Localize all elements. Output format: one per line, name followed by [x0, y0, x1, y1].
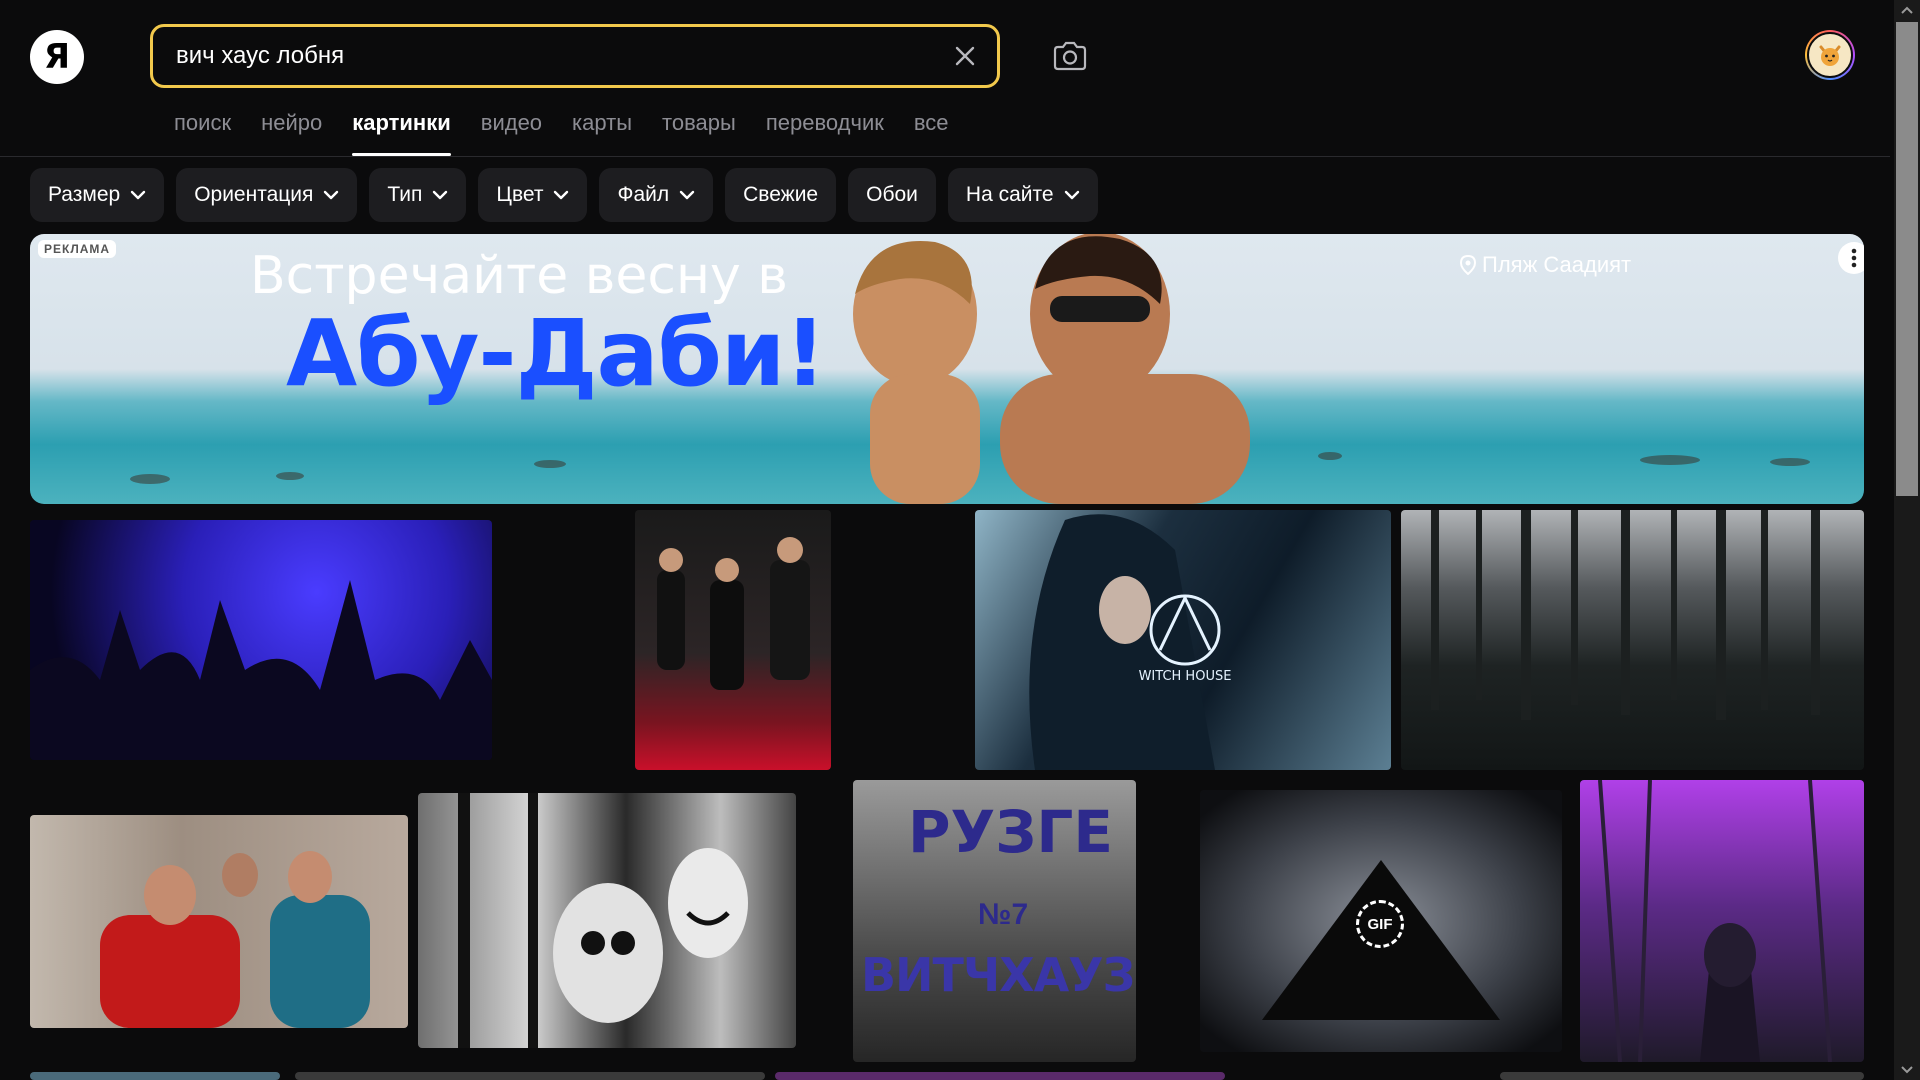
scrollbar-thumb[interactable] [1896, 22, 1918, 496]
location-pin-icon [1460, 255, 1476, 275]
filter-label: Цвет [496, 183, 544, 206]
chevron-down-icon [1064, 190, 1079, 200]
image-result-ruzge-poster[interactable]: РУЗГЕ №7 ВИТЧХАУЗЕ [853, 780, 1136, 1062]
tab-images[interactable]: картинки [352, 108, 451, 156]
filter-on-site[interactable]: На сайте [947, 168, 1098, 222]
filter-label: Обои [866, 183, 918, 206]
people-silhouette [657, 537, 810, 690]
poster-number: №7 [978, 898, 1029, 931]
search-tabs: поиск нейро картинки видео карты товары … [174, 108, 979, 156]
filter-label: Тип [387, 183, 423, 206]
tab-neuro[interactable]: нейро [261, 108, 322, 156]
filter-type[interactable]: Тип [369, 168, 467, 222]
forest-trees [1431, 510, 1820, 720]
tab-video[interactable]: видео [481, 108, 542, 156]
more-options-icon[interactable] [1838, 242, 1864, 274]
filter-fresh[interactable]: Свежие [725, 168, 837, 222]
witch-house-logo: WITCH HOUSE [1029, 514, 1232, 770]
poster-title: РУЗГЕ [908, 798, 1114, 866]
filter-bar: Размер Ориентация Тип Цвет Файл Свежие О… [30, 168, 1098, 222]
image-result-group-stage[interactable] [635, 510, 831, 770]
filter-label: Ориентация [194, 183, 314, 206]
image-result-partial[interactable] [30, 1072, 280, 1080]
image-result-witch-house[interactable]: WITCH HOUSE [975, 510, 1391, 770]
tab-translator[interactable]: переводчик [766, 108, 884, 156]
header-divider [0, 156, 1890, 157]
tab-maps[interactable]: карты [572, 108, 632, 156]
image-result-gif-pyramid[interactable]: GIF [1200, 790, 1562, 1052]
image-result-bw-collage[interactable] [418, 793, 796, 1048]
chevron-down-icon [433, 190, 448, 200]
avatar[interactable] [1805, 30, 1855, 80]
ad-destination: Абу-Даби! [286, 300, 826, 407]
image-result-room-people[interactable] [30, 815, 408, 1028]
filter-color[interactable]: Цвет [478, 168, 588, 222]
filter-wallpapers[interactable]: Обои [848, 168, 936, 222]
image-result-dark-forest[interactable] [1401, 510, 1864, 770]
collage-art [458, 793, 748, 1048]
ad-banner[interactable]: РЕКЛАМА Встречайте весну в Абу-Даби! Пля… [30, 234, 1864, 504]
image-result-purple-forest[interactable] [1580, 780, 1864, 1062]
search-input[interactable] [174, 41, 951, 71]
filter-label: На сайте [965, 183, 1054, 206]
filter-label: Свежие [743, 183, 819, 206]
tab-all[interactable]: все [914, 108, 949, 156]
cat-avatar-icon [1807, 32, 1853, 78]
filter-label: Размер [48, 183, 121, 206]
ad-photo-people [800, 234, 1270, 504]
crowd-silhouette [30, 580, 492, 760]
filter-orientation[interactable]: Ориентация [176, 168, 358, 222]
poster-subtitle: ВИТЧХАУЗЕ [861, 948, 1136, 1002]
ad-location-text: Пляж Саадият [1482, 252, 1632, 277]
ad-headline: Встречайте весну в [250, 246, 788, 306]
chevron-down-icon [130, 190, 146, 200]
people-photo [100, 851, 370, 1028]
yandex-logo[interactable]: Я [30, 30, 84, 84]
image-result-partial[interactable] [295, 1072, 765, 1080]
chevron-down-icon [554, 190, 569, 200]
chevron-down-icon [324, 190, 339, 200]
tab-products[interactable]: товары [662, 108, 736, 156]
search-box[interactable] [150, 24, 1000, 88]
scrollbar[interactable] [1894, 0, 1920, 1080]
image-result-concert[interactable] [30, 520, 492, 760]
scroll-up-icon[interactable] [1898, 2, 1916, 18]
gif-badge: GIF [1356, 900, 1404, 948]
camera-search-icon[interactable] [1050, 38, 1090, 74]
tab-search[interactable]: поиск [174, 108, 231, 156]
scroll-down-icon[interactable] [1898, 1062, 1916, 1078]
filter-size[interactable]: Размер [30, 168, 165, 222]
image-result-partial[interactable] [1500, 1072, 1864, 1080]
filter-label: Файл [617, 183, 670, 206]
clear-icon[interactable] [951, 42, 979, 70]
chevron-down-icon [679, 190, 695, 200]
svg-text:WITCH HOUSE: WITCH HOUSE [1139, 669, 1232, 684]
image-result-partial[interactable] [775, 1072, 1225, 1080]
hooded-figure [1598, 780, 1832, 1062]
filter-file[interactable]: Файл [599, 168, 714, 222]
ad-badge: РЕКЛАМА [38, 240, 117, 258]
ad-location: Пляж Саадият [1460, 252, 1631, 278]
